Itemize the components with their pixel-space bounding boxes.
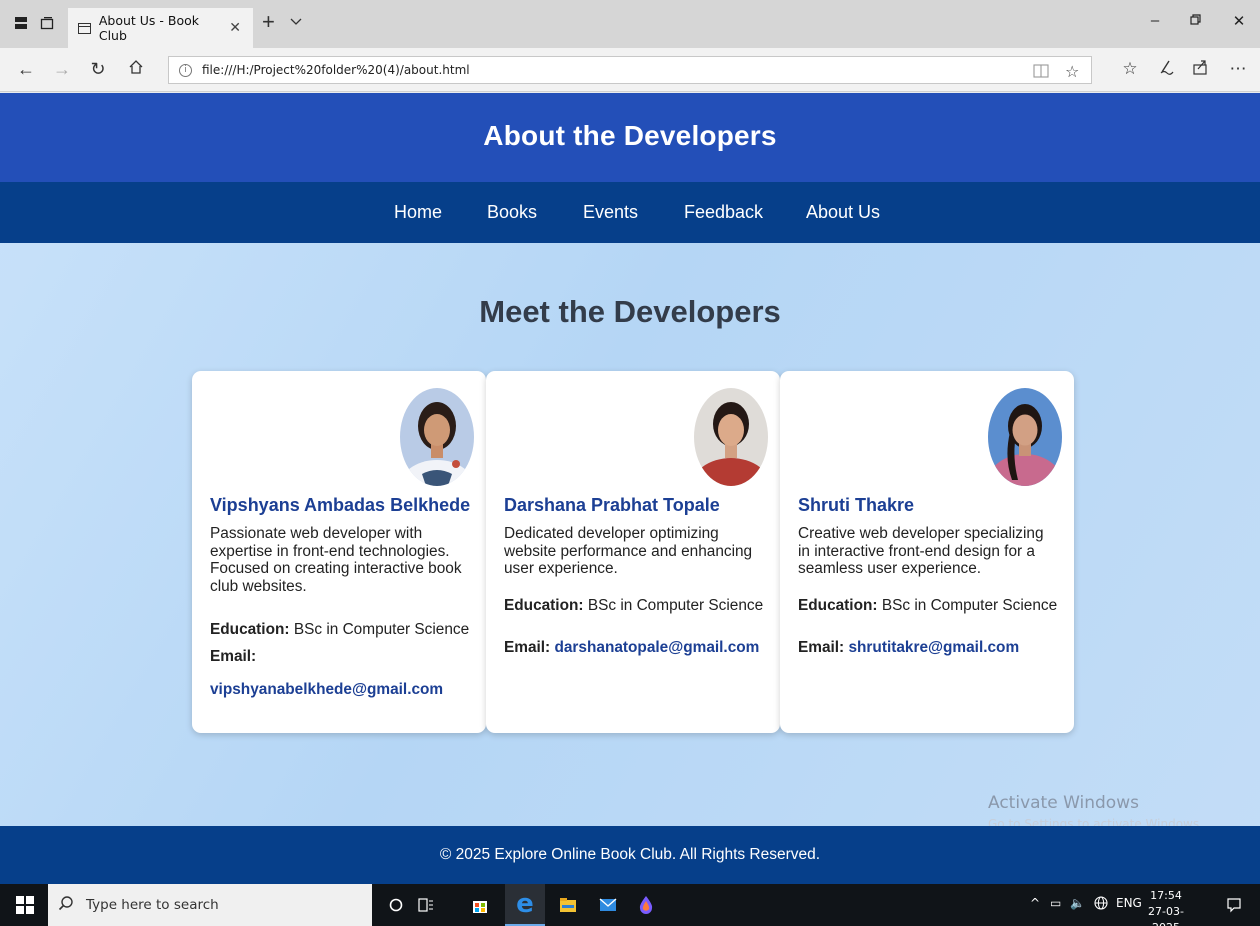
developer-education: Education: BSc in Computer Science <box>210 621 469 639</box>
favorites-list-icon[interactable]: ☆ <box>1118 59 1142 79</box>
start-button[interactable] <box>16 896 34 914</box>
education-label: Education: <box>504 597 584 614</box>
nav-link-feedback[interactable]: Feedback <box>684 202 763 223</box>
paint-3d-icon[interactable] <box>634 893 658 917</box>
share-icon[interactable] <box>1188 59 1212 80</box>
new-tab-icon[interactable]: + <box>262 11 275 33</box>
clock-time: 17:54 <box>1150 889 1182 902</box>
store-icon[interactable] <box>468 893 492 917</box>
more-options-icon[interactable]: ⋯ <box>1226 59 1250 79</box>
forward-icon[interactable]: → <box>50 58 74 80</box>
address-bar[interactable]: i file:///H:/Project%20folder%20(4)/abou… <box>168 56 1092 84</box>
page-icon <box>78 22 91 34</box>
set-tabs-aside-icon[interactable] <box>38 14 56 32</box>
developer-email-row: Email: darshanatopale@gmail.com <box>504 639 759 657</box>
developer-bio: Creative web developer specializing in i… <box>798 525 1044 577</box>
task-view-icon[interactable] <box>414 893 438 917</box>
taskbar-clock[interactable]: 17:54 27-03-2025 <box>1146 888 1186 926</box>
section-title: Meet the Developers <box>479 294 781 329</box>
developer-email-row: vipshyanabelkhede@gmail.com <box>210 681 443 699</box>
nav-link-books[interactable]: Books <box>487 202 537 223</box>
edge-browser-icon[interactable]: e <box>505 884 545 926</box>
window-icon[interactable] <box>12 14 30 32</box>
web-page: About the Developers Home Books Events F… <box>0 93 1260 884</box>
email-label: Email: <box>798 639 845 656</box>
windows-taskbar: Type here to search e ^ ▭ 🔈 ENG 17:54 27… <box>0 884 1260 926</box>
developer-email-row: Email: shrutitakre@gmail.com <box>798 639 1019 657</box>
site-nav: Home Books Events Feedback About Us <box>0 182 1260 243</box>
email-link[interactable]: vipshyanabelkhede@gmail.com <box>210 681 443 698</box>
developer-avatar <box>988 388 1062 486</box>
tab-title: About Us - Book Club <box>98 13 200 43</box>
developer-education: Education: BSc in Computer Science <box>798 597 1057 615</box>
email-label: Email: <box>210 648 257 665</box>
taskbar-search-box[interactable]: Type here to search <box>48 884 372 926</box>
reading-view-icon[interactable] <box>1033 57 1049 85</box>
file-explorer-icon[interactable] <box>556 893 580 917</box>
page-header: About the Developers <box>0 93 1260 182</box>
watermark-title: Activate Windows <box>988 793 1139 813</box>
nav-link-about-us[interactable]: About Us <box>806 202 880 223</box>
home-icon[interactable] <box>124 58 148 80</box>
education-value: BSc in Computer Science <box>293 621 470 638</box>
footer-text: © 2025 Explore Online Book Club. All Rig… <box>439 846 821 863</box>
developer-card: Darshana Prabhat Topale Dedicated develo… <box>486 371 780 733</box>
nav-link-events[interactable]: Events <box>583 202 638 223</box>
developer-email-label-row: Email: <box>210 648 256 666</box>
close-window-icon[interactable]: ✕ <box>1224 12 1254 30</box>
language-indicator[interactable]: ENG <box>1116 896 1142 910</box>
developer-name: Shruti Thakre <box>798 495 915 515</box>
page-footer: © 2025 Explore Online Book Club. All Rig… <box>0 826 1260 884</box>
tab-close-icon[interactable]: ✕ <box>229 20 241 36</box>
network-icon[interactable] <box>1094 896 1108 913</box>
refresh-icon[interactable]: ↻ <box>86 58 110 80</box>
developer-name: Darshana Prabhat Topale <box>504 495 720 515</box>
browser-toolbar: ← → ↻ i file:///H:/Project%20folder%20(4… <box>0 48 1260 92</box>
education-label: Education: <box>210 621 290 638</box>
education-value: BSc in Computer Science <box>881 597 1058 614</box>
favorite-star-icon[interactable]: ☆ <box>1065 57 1079 85</box>
developer-avatar <box>694 388 768 486</box>
restore-icon[interactable] <box>1180 12 1210 29</box>
mail-icon[interactable] <box>596 893 620 917</box>
nav-link-home[interactable]: Home <box>394 202 442 223</box>
cortana-icon[interactable] <box>384 893 408 917</box>
pen-icon[interactable] <box>1154 59 1178 80</box>
minimize-icon[interactable]: – <box>1140 12 1170 29</box>
page-title: About the Developers <box>483 119 777 151</box>
volume-icon[interactable]: 🔈 <box>1070 896 1085 910</box>
battery-icon[interactable]: ▭ <box>1050 896 1061 910</box>
developer-bio: Passionate web developer with expertise … <box>210 525 462 595</box>
email-link[interactable]: darshanatopale@gmail.com <box>554 639 759 656</box>
developer-name: Vipshyans Ambadas Belkhede <box>210 495 471 515</box>
back-icon[interactable]: ← <box>14 58 38 80</box>
email-label: Email: <box>504 639 551 656</box>
developer-card: Vipshyans Ambadas Belkhede Passionate we… <box>192 371 486 733</box>
education-value: BSc in Computer Science <box>587 597 764 614</box>
developer-education: Education: BSc in Computer Science <box>504 597 763 615</box>
url-text: file:///H:/Project%20folder%20(4)/about.… <box>202 63 470 77</box>
windows-logo-icon <box>16 896 34 914</box>
tab-list-chevron-icon[interactable] <box>290 14 302 29</box>
developer-bio: Dedicated developer optimizing website p… <box>504 525 753 577</box>
show-hidden-icons-icon[interactable]: ^ <box>1030 896 1040 910</box>
email-link[interactable]: shrutitakre@gmail.com <box>848 639 1019 656</box>
clock-date: 27-03-2025 <box>1148 905 1184 926</box>
search-placeholder: Type here to search <box>86 897 219 913</box>
browser-tab[interactable]: About Us - Book Club ✕ <box>68 8 253 48</box>
search-icon <box>58 895 74 915</box>
browser-titlebar: About Us - Book Club ✕ + – ✕ <box>0 0 1260 48</box>
developer-avatar <box>400 388 474 486</box>
info-icon[interactable]: i <box>179 63 192 77</box>
developer-card: Shruti Thakre Creative web developer spe… <box>780 371 1074 733</box>
education-label: Education: <box>798 597 878 614</box>
action-center-icon[interactable] <box>1222 893 1246 917</box>
